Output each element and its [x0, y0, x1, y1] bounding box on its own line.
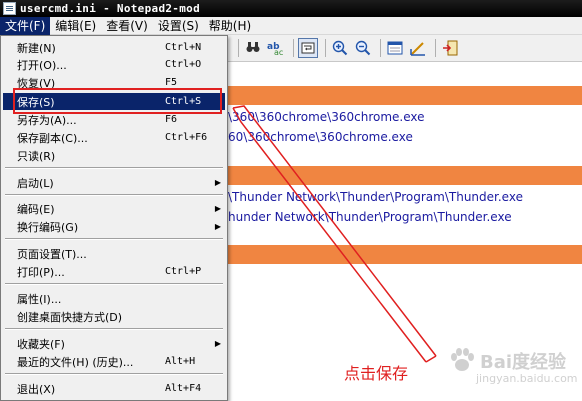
menu-item-open[interactable]: 打开(O)... Ctrl+O	[3, 56, 225, 73]
menu-item-recent[interactable]: 最近的文件(H) (历史)... Alt+H	[3, 353, 225, 370]
watermark-domain: jingyan.baidu.com	[476, 372, 578, 385]
section-highlight	[228, 245, 582, 264]
watermark-name: Bai度经验	[480, 352, 567, 373]
editor-line: hunder Network\Thunder\Program\Thunder.e…	[228, 210, 512, 224]
menu-item-launch[interactable]: 启动(L) ▶	[3, 174, 225, 191]
annotation-label: 点击保存	[344, 364, 409, 383]
menu-item-encoding[interactable]: 编码(E) ▶	[3, 200, 225, 217]
menu-item-page-setup[interactable]: 页面设置(T)...	[3, 245, 225, 262]
menu-item-readonly[interactable]: 只读(R)	[3, 147, 225, 164]
menu-item-print[interactable]: 打印(P)... Ctrl+P	[3, 263, 225, 280]
watermark: Bai度经验 jingyan.baidu.com	[446, 340, 578, 390]
customize-icon[interactable]	[408, 38, 428, 58]
submenu-arrow-icon: ▶	[214, 339, 222, 348]
menu-separator	[5, 167, 223, 169]
menu-item-save-copy[interactable]: 保存副本(C)... Ctrl+F6	[3, 129, 225, 146]
exit-icon[interactable]	[440, 38, 460, 58]
toolbar-separator	[380, 39, 381, 57]
save-highlight-box	[13, 88, 222, 114]
menu-item-properties[interactable]: 属性(I)...	[3, 290, 225, 307]
menu-bar: 文件(F) 编辑(E) 查看(V) 设置(S) 帮助(H)	[0, 16, 582, 35]
toolbar-separator	[325, 39, 326, 57]
menu-item-create-shortcut[interactable]: 创建桌面快捷方式(D)	[3, 308, 225, 325]
editor-line: 60\360chrome\360chrome.exe	[228, 130, 413, 144]
find-icon[interactable]	[243, 38, 263, 58]
toolbar: ab ac	[228, 35, 582, 62]
scheme-icon[interactable]	[385, 38, 405, 58]
menu-separator	[5, 373, 223, 375]
menu-separator	[5, 238, 223, 240]
menu-item-favorites[interactable]: 收藏夹(F) ▶	[3, 335, 225, 352]
word-wrap-icon[interactable]	[298, 38, 318, 58]
toolbar-separator	[293, 39, 294, 57]
title-bar: usercmd.ini - Notepad2-mod	[0, 0, 582, 17]
menu-separator	[5, 328, 223, 330]
menu-separator	[5, 194, 223, 196]
menu-help[interactable]: 帮助(H)	[204, 17, 256, 35]
menu-settings[interactable]: 设置(S)	[153, 17, 204, 35]
editor-line: \Thunder Network\Thunder\Program\Thunder…	[228, 190, 523, 204]
baidu-paw-icon	[451, 348, 474, 371]
menu-file[interactable]: 文件(F)	[0, 16, 51, 35]
zoom-in-icon[interactable]	[330, 38, 350, 58]
submenu-arrow-icon: ▶	[214, 178, 222, 187]
menu-item-new[interactable]: 新建(N) Ctrl+N	[3, 39, 225, 56]
menu-item-line-endings[interactable]: 换行编码(G) ▶	[3, 218, 225, 235]
menu-edit[interactable]: 编辑(E)	[50, 17, 101, 35]
menu-item-exit[interactable]: 退出(X) Alt+F4	[3, 380, 225, 397]
submenu-arrow-icon: ▶	[214, 204, 222, 213]
toolbar-separator	[435, 39, 436, 57]
replace-icon[interactable]: ab ac	[266, 38, 286, 58]
editor-line: \360\360chrome\360chrome.exe	[228, 110, 425, 124]
submenu-arrow-icon: ▶	[214, 222, 222, 231]
zoom-out-icon[interactable]	[353, 38, 373, 58]
section-highlight	[228, 86, 582, 105]
svg-text:ac: ac	[274, 48, 283, 56]
menu-view[interactable]: 查看(V)	[101, 17, 153, 35]
section-highlight	[228, 166, 582, 185]
toolbar-separator	[238, 39, 239, 57]
notepad-app-icon	[3, 2, 16, 15]
menu-separator	[5, 283, 223, 285]
window-title: usercmd.ini - Notepad2-mod	[20, 2, 200, 15]
